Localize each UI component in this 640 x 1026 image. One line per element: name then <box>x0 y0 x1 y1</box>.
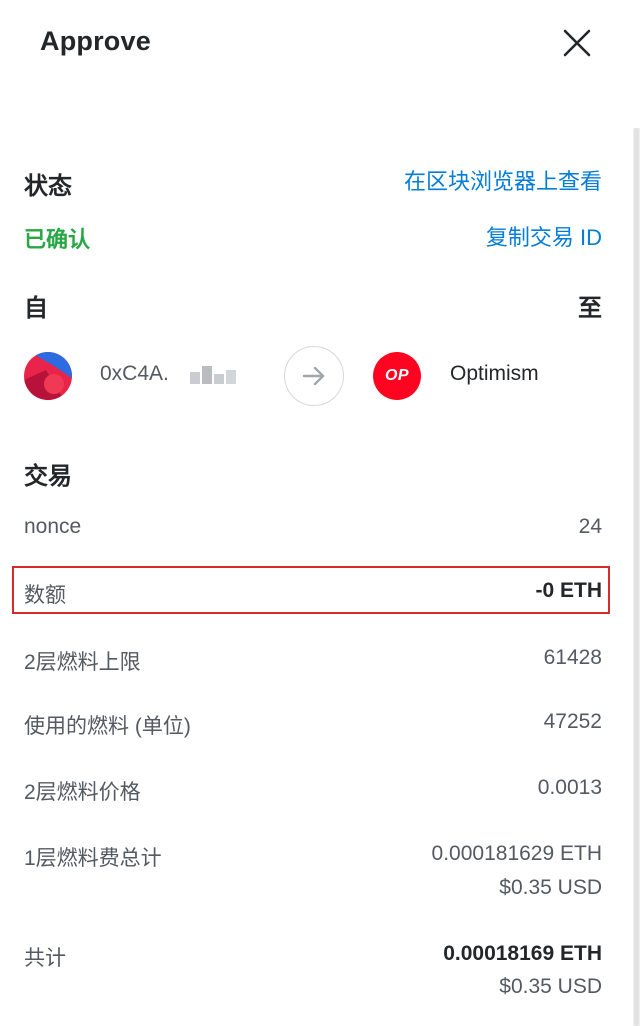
l2-gas-limit-label: 2层燃料上限 <box>24 651 141 674</box>
nonce-label: nonce <box>24 515 82 538</box>
l1-fee-total-usd: $0.35 USD <box>499 876 602 899</box>
l2-gas-price-value: 0.0013 <box>537 776 602 799</box>
status-badge: 已确认 <box>24 227 91 252</box>
page-title: Approve <box>40 26 151 56</box>
from-label: 自 <box>24 295 48 322</box>
total-label: 共计 <box>24 947 66 970</box>
copy-transaction-id-link[interactable]: 复制交易 ID <box>486 220 602 252</box>
status-label: 状态 <box>24 173 72 200</box>
nonce-value: 24 <box>578 515 602 538</box>
direction-indicator <box>284 346 344 406</box>
close-icon <box>563 29 591 57</box>
total-value: 0.00018169 ETH <box>443 942 602 965</box>
redacted-address <box>190 364 238 386</box>
to-label: 至 <box>578 295 602 322</box>
transaction-title: 交易 <box>24 463 72 490</box>
network-name: Optimism <box>450 362 539 385</box>
amount-highlight <box>12 566 610 614</box>
l2-gas-limit-value: 61428 <box>543 646 602 669</box>
close-button[interactable] <box>560 26 594 60</box>
view-on-explorer-link[interactable]: 在区块浏览器上查看 <box>404 164 602 196</box>
optimism-logo-icon: OP <box>373 352 421 400</box>
scrollbar-thumb[interactable] <box>634 128 639 1026</box>
gas-used-label: 使用的燃料 (单位) <box>24 715 191 738</box>
from-address[interactable]: 0xC4A. <box>100 362 169 386</box>
amount-value: -0 ETH <box>535 579 602 602</box>
arrow-right-icon <box>302 366 325 386</box>
l2-gas-price-label: 2层燃料价格 <box>24 781 141 804</box>
account-avatar <box>24 352 72 400</box>
scrollbar[interactable] <box>633 128 640 1026</box>
l1-fee-total-label: 1层燃料费总计 <box>24 847 162 870</box>
total-usd: $0.35 USD <box>499 975 602 998</box>
l1-fee-total-value: 0.000181629 ETH <box>431 842 602 865</box>
gas-used-value: 47252 <box>543 710 602 733</box>
amount-label: 数额 <box>24 584 66 607</box>
